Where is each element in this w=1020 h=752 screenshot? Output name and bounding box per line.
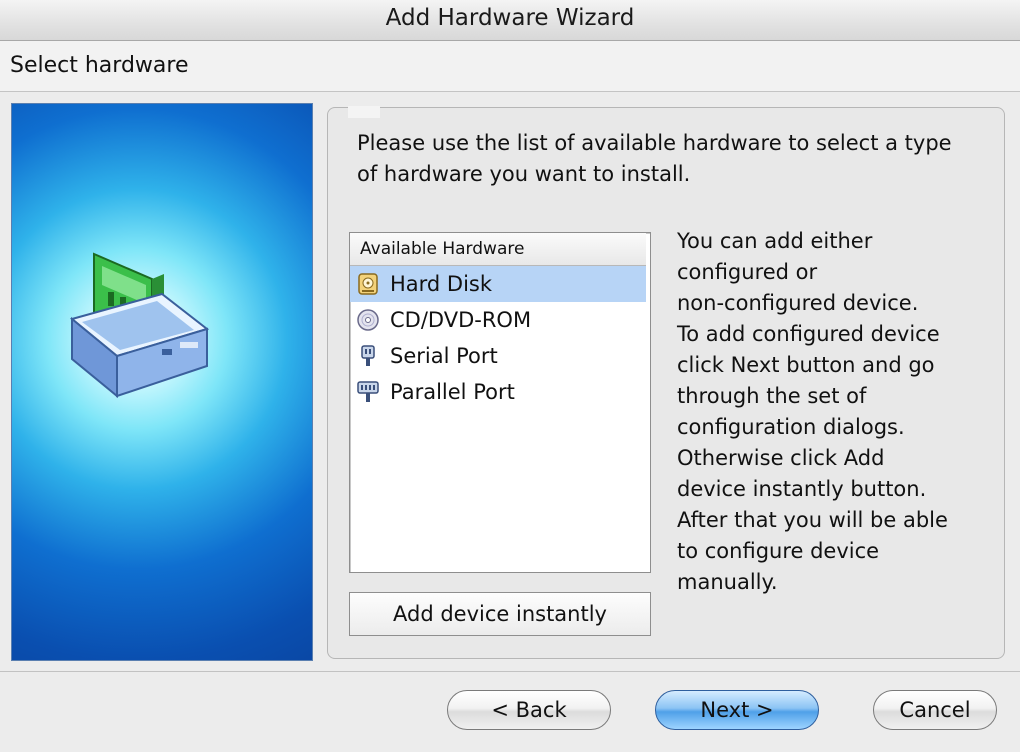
hard-disk-icon bbox=[358, 273, 378, 295]
list-column-header[interactable]: Available Hardware bbox=[350, 233, 646, 266]
hardware-card-icon bbox=[69, 252, 210, 399]
available-hardware-list[interactable]: Available Hardware Hard Disk CD/DVD-ROM bbox=[349, 232, 651, 573]
window-title: Add Hardware Wizard bbox=[385, 5, 635, 31]
help-text: You can add either configured or non-con… bbox=[677, 229, 948, 594]
list-item-parallel-port[interactable]: Parallel Port bbox=[350, 374, 646, 410]
back-button[interactable]: < Back bbox=[447, 690, 611, 730]
list-item-label: Parallel Port bbox=[390, 380, 515, 404]
serial-port-icon bbox=[361, 345, 375, 366]
intro-text: Please use the list of available hardwar… bbox=[357, 131, 952, 186]
parallel-port-icon bbox=[357, 381, 379, 402]
list-item-label: CD/DVD-ROM bbox=[390, 308, 532, 332]
list-item-label: Hard Disk bbox=[390, 272, 493, 296]
content-panel: Please use the list of available hardwar… bbox=[327, 106, 1005, 659]
list-item-label: Serial Port bbox=[390, 344, 498, 368]
cancel-button[interactable]: Cancel bbox=[873, 690, 997, 730]
list-item-hard-disk[interactable]: Hard Disk bbox=[350, 266, 646, 302]
next-button[interactable]: Next > bbox=[655, 690, 819, 730]
add-device-instantly-button[interactable]: Add device instantly bbox=[349, 592, 651, 636]
panel-tab-notch bbox=[348, 106, 380, 118]
wizard-window: Add Hardware Wizard Select hardware Plea… bbox=[0, 0, 1020, 752]
cd-dvd-icon bbox=[357, 309, 379, 331]
title-bar[interactable]: Add Hardware Wizard bbox=[0, 0, 1020, 41]
list-item-serial-port[interactable]: Serial Port bbox=[350, 338, 646, 374]
wizard-side-illustration bbox=[11, 103, 313, 661]
footer-divider bbox=[0, 671, 1020, 672]
wizard-header: Select hardware bbox=[0, 41, 1020, 92]
page-title: Select hardware bbox=[10, 53, 189, 78]
list-item-cd-dvd-rom[interactable]: CD/DVD-ROM bbox=[350, 302, 646, 338]
